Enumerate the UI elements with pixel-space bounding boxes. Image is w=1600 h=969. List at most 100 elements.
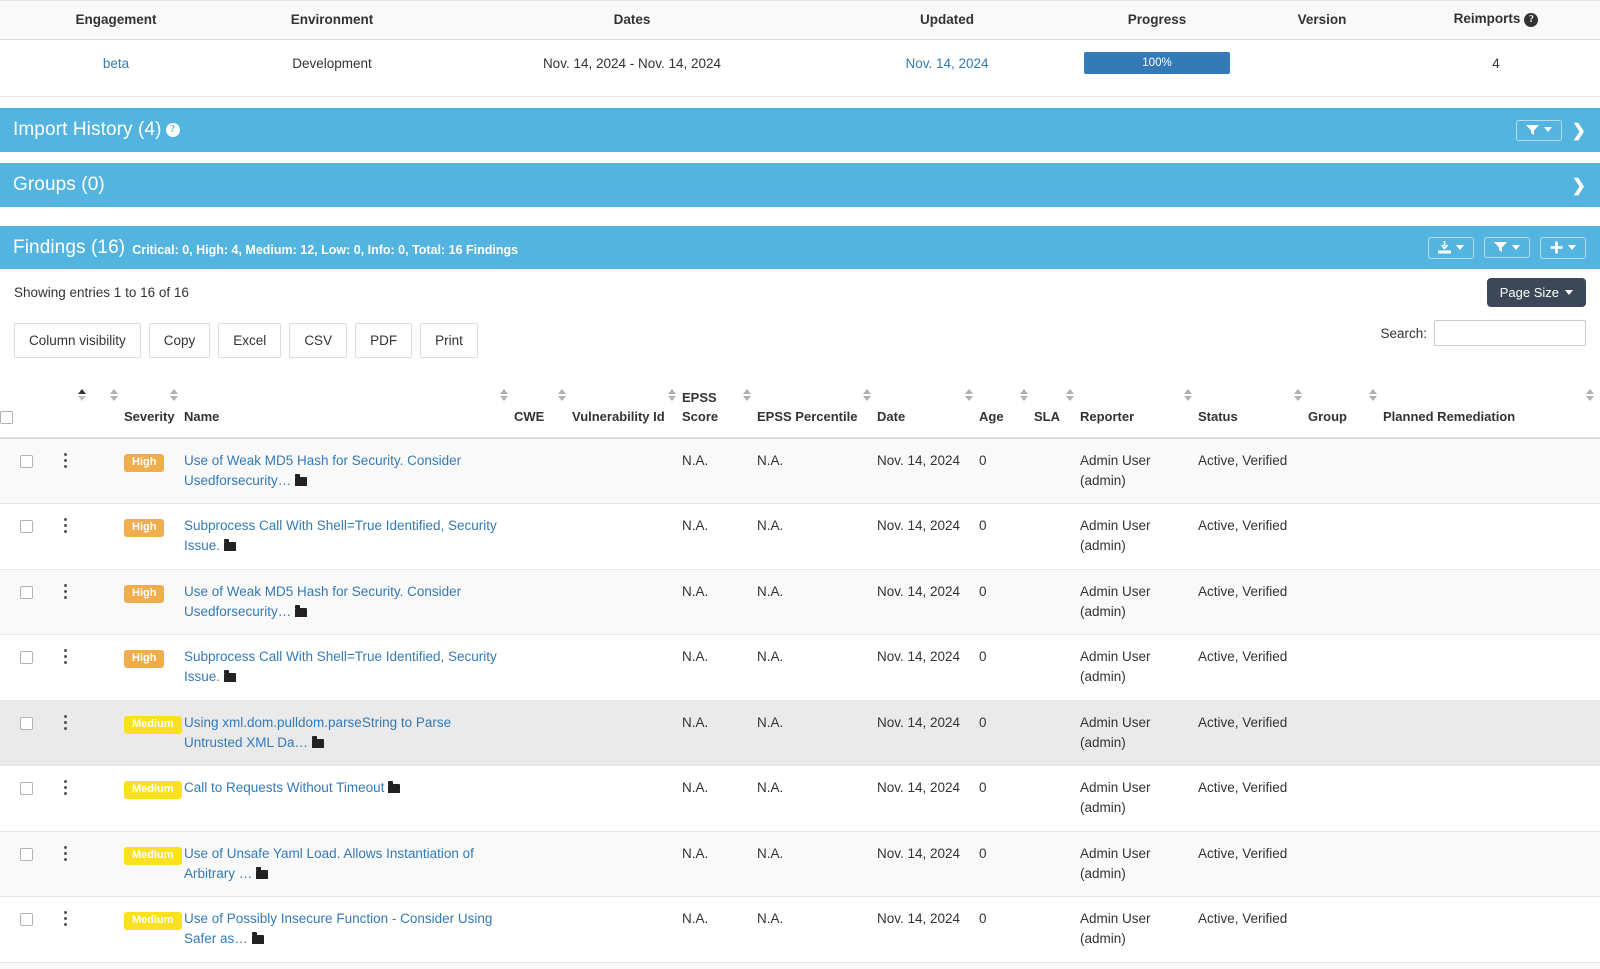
row-menu-icon[interactable] <box>58 713 72 733</box>
header-severity[interactable]: Severity <box>124 383 184 439</box>
import-history-filter-button[interactable] <box>1515 119 1562 141</box>
findings-panel-header: Findings (16) Critical: 0, High: 4, Medi… <box>0 226 1600 269</box>
updated-link[interactable]: Nov. 14, 2024 <box>905 56 988 71</box>
finding-name-link[interactable]: Call to Requests Without Timeout <box>184 780 384 795</box>
severity-cell: Medium <box>124 896 184 963</box>
folder-icon[interactable] <box>312 735 325 748</box>
row-checkbox[interactable] <box>19 454 33 468</box>
folder-icon[interactable] <box>295 604 308 617</box>
planned-remediation-cell <box>1383 634 1600 701</box>
header-age[interactable]: Age <box>979 383 1034 439</box>
header-vulnerability-id[interactable]: Vulnerability Id <box>572 383 682 439</box>
header-status[interactable]: Status <box>1198 383 1308 439</box>
epss-percentile-cell: N.A. <box>757 699 877 766</box>
reimports-help-icon[interactable]: ? <box>1524 13 1539 27</box>
reporter-cell: Admin User (admin) <box>1080 699 1198 766</box>
header-sort-col-2[interactable] <box>92 383 124 439</box>
cwe-cell <box>514 437 572 504</box>
vulnerability-id-cell <box>572 896 682 963</box>
engagement-summary-table: Engagement Environment Dates Updated Pro… <box>0 0 1600 97</box>
row-checkbox[interactable] <box>19 651 33 665</box>
import-history-collapse-icon[interactable]: ❯ <box>1572 122 1586 139</box>
row-menu-icon[interactable] <box>58 909 72 929</box>
table-row[interactable]: High Subprocess Call With Shell=True Iden… <box>0 634 1600 701</box>
folder-icon[interactable] <box>224 539 237 552</box>
groups-collapse-icon[interactable]: ❯ <box>1572 177 1586 194</box>
copy-button[interactable]: Copy <box>148 323 211 358</box>
select-all-checkbox[interactable] <box>0 410 13 424</box>
sort-arrows <box>558 389 566 401</box>
row-menu-icon[interactable] <box>58 647 72 667</box>
progress-track: 100% <box>1084 52 1230 74</box>
search-input[interactable] <box>1434 320 1586 346</box>
folder-icon[interactable] <box>251 932 264 945</box>
row-checkbox[interactable] <box>19 913 33 927</box>
finding-name-link[interactable]: Use of Weak MD5 Hash for Security. Consi… <box>184 584 461 619</box>
row-menu-icon[interactable] <box>58 451 72 471</box>
table-row[interactable]: Medium Use of Possibly Insecure Function … <box>0 896 1600 963</box>
header-epss-percentile[interactable]: EPSS Percentile <box>757 383 877 439</box>
folder-icon[interactable] <box>256 866 269 879</box>
findings-filter-button[interactable] <box>1484 237 1530 258</box>
sort-arrows <box>863 389 871 401</box>
epss-percentile-cell: N.A. <box>757 503 877 570</box>
folder-icon[interactable] <box>224 670 237 683</box>
row-menu-icon[interactable] <box>58 516 72 536</box>
excel-button[interactable]: Excel <box>218 323 282 358</box>
table-row[interactable]: High Use of Weak MD5 Hash for Security. C… <box>0 437 1600 504</box>
chevron-down-icon <box>1543 127 1552 132</box>
age-cell: 0 <box>979 765 1034 832</box>
status-badge: High <box>124 584 165 603</box>
folder-icon[interactable] <box>295 473 308 486</box>
table-row[interactable]: High Use of Weak MD5 Hash for Security. C… <box>0 568 1600 635</box>
sla-cell <box>1034 568 1080 635</box>
finding-name-link[interactable]: Use of Possibly Insecure Function - Cons… <box>184 911 492 946</box>
row-actions-cell <box>58 568 92 635</box>
col-progress: Progress <box>1062 0 1252 40</box>
groups-panel-header[interactable]: Groups (0) ❯ <box>0 163 1600 207</box>
header-date[interactable]: Date <box>877 383 979 439</box>
col-environment: Environment <box>232 0 432 40</box>
header-sort-col-1[interactable] <box>58 383 92 439</box>
finding-name-cell: Call to Requests Without Timeout <box>184 765 514 832</box>
findings-add-button[interactable] <box>1540 236 1586 259</box>
finding-name-link[interactable]: Use of Unsafe Yaml Load. Allows Instanti… <box>184 846 474 881</box>
row-checkbox[interactable] <box>19 847 33 861</box>
finding-name-link[interactable]: Use of Weak MD5 Hash for Security. Consi… <box>184 453 461 488</box>
header-reporter[interactable]: Reporter <box>1080 383 1198 439</box>
header-cwe[interactable]: CWE <box>514 383 572 439</box>
table-row[interactable]: Medium Use of Unsafe Yaml Load. Allows In… <box>0 830 1600 897</box>
row-checkbox[interactable] <box>19 585 33 599</box>
import-history-panel-header[interactable]: Import History (4) ? ❯ <box>0 108 1600 152</box>
print-button[interactable]: Print <box>420 323 478 358</box>
header-select-all[interactable] <box>0 383 58 439</box>
table-row[interactable]: High Subprocess Call With Shell=True Iden… <box>0 503 1600 570</box>
cwe-cell <box>514 568 572 635</box>
row-spacer-cell <box>92 634 124 701</box>
chevron-down-icon <box>1568 244 1576 250</box>
header-planned-remediation[interactable]: Planned Remediation <box>1383 383 1600 439</box>
row-menu-icon[interactable] <box>58 582 72 602</box>
folder-icon[interactable] <box>388 781 401 794</box>
header-group[interactable]: Group <box>1308 383 1383 439</box>
table-row[interactable]: Medium Using xml.dom.pulldom.parseString … <box>0 699 1600 766</box>
csv-button[interactable]: CSV <box>289 323 348 358</box>
engagement-link[interactable]: beta <box>103 56 129 71</box>
row-checkbox[interactable] <box>19 716 33 730</box>
chevron-down-icon <box>1512 244 1520 250</box>
table-row[interactable]: MediumPickle and Modules That Wrap It Ca… <box>0 961 1600 969</box>
column-visibility-button[interactable]: Column visibility <box>14 323 141 358</box>
pdf-button[interactable]: PDF <box>355 323 413 358</box>
header-epss-score[interactable]: EPSS Score <box>682 383 757 439</box>
col-dates: Dates <box>432 0 832 40</box>
header-name[interactable]: Name <box>184 383 514 439</box>
row-menu-icon[interactable] <box>58 778 72 798</box>
header-sla[interactable]: SLA <box>1034 383 1080 439</box>
findings-title: Findings (16) <box>13 236 126 258</box>
import-history-help-icon[interactable]: ? <box>165 123 180 137</box>
row-menu-icon[interactable] <box>58 844 72 864</box>
table-row[interactable]: Medium Call to Requests Without Timeout N.… <box>0 765 1600 832</box>
row-checkbox[interactable] <box>19 520 33 534</box>
row-checkbox[interactable] <box>19 782 33 796</box>
findings-export-button[interactable] <box>1428 236 1474 259</box>
